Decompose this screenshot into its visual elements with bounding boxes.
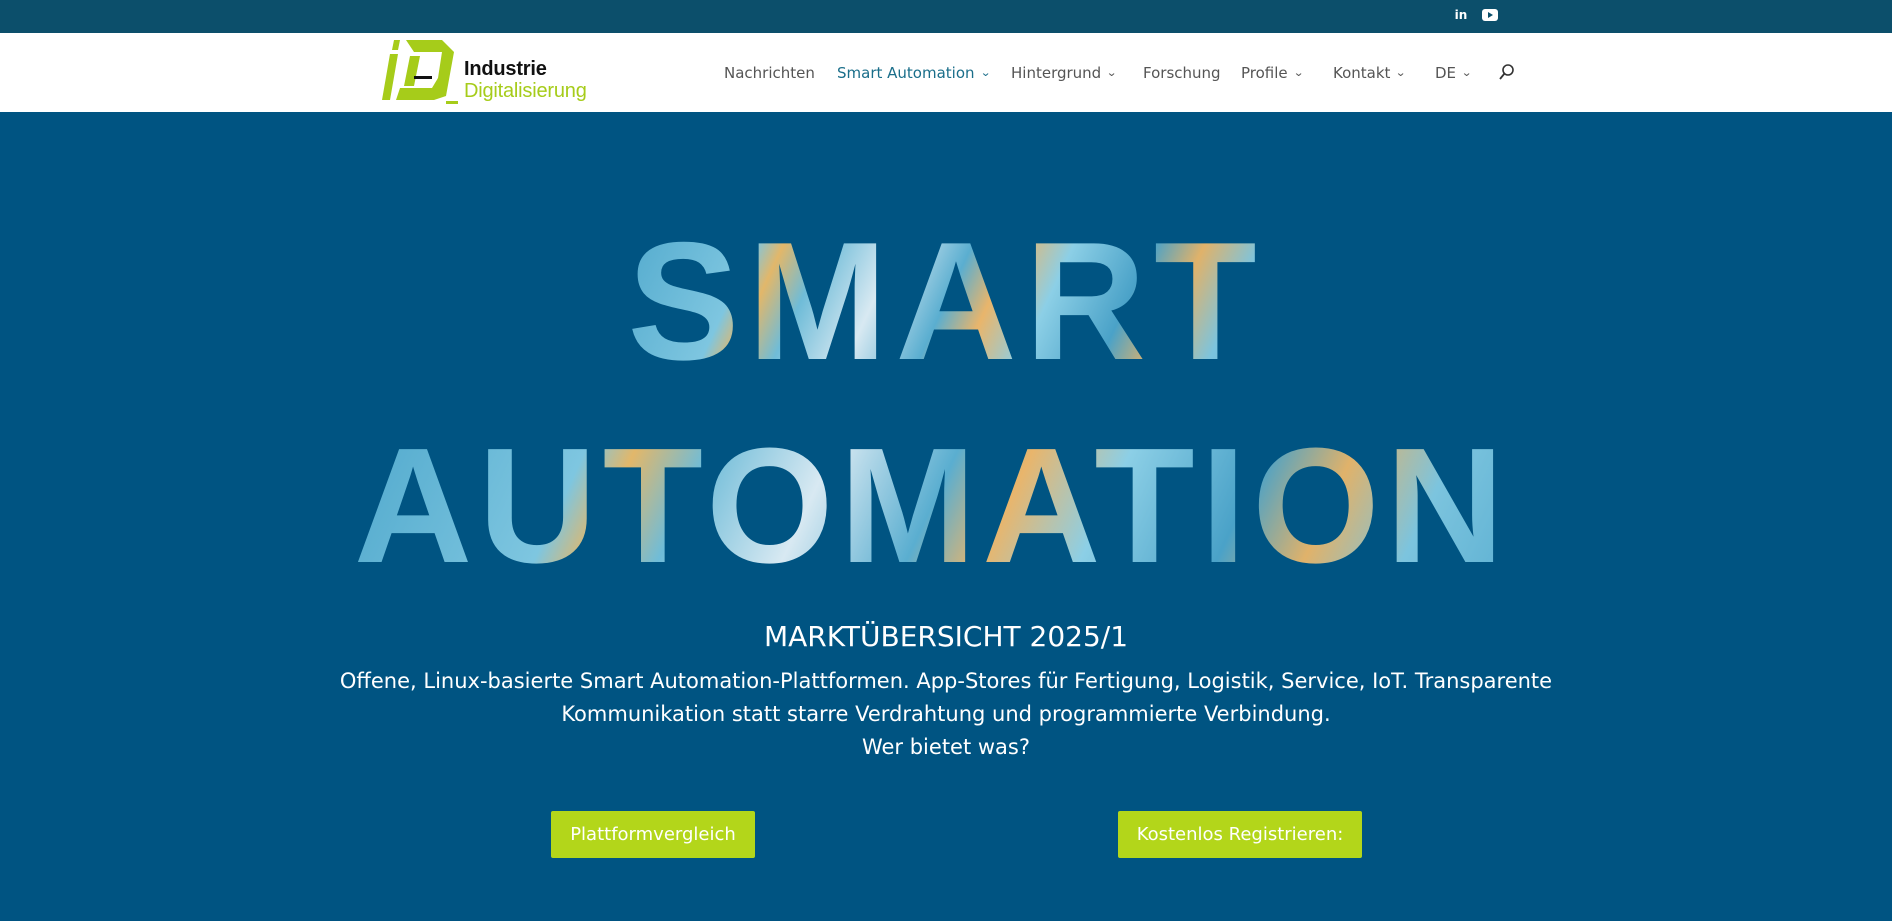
hero-title-text: SMART [627, 207, 1265, 395]
nav-item-language[interactable]: DE ⌄ [1435, 33, 1473, 112]
nav-label: Kontakt [1333, 63, 1391, 82]
chevron-down-icon: ⌄ [1395, 66, 1407, 79]
nav-label: Profile [1241, 63, 1288, 82]
nav-item-hintergrund[interactable]: Hintergrund ⌄ [1011, 33, 1118, 112]
site-logo[interactable]: Industrie Digitalisierung [380, 38, 600, 108]
top-bar: in [0, 0, 1892, 33]
chevron-down-icon: ⌄ [1461, 66, 1473, 79]
nav-item-forschung[interactable]: Forschung [1143, 33, 1221, 112]
nav-label: Forschung [1143, 63, 1221, 82]
site-header: Industrie Digitalisierung Nachrichten Sm… [0, 33, 1892, 112]
register-button[interactable]: Kostenlos Registrieren: [1118, 811, 1362, 858]
chevron-down-icon: ⌄ [1292, 66, 1304, 79]
nav-label: Hintergrund [1011, 63, 1102, 82]
hero-title-line-2: AUTOMATION [0, 412, 1878, 600]
description-line: Offene, Linux-basierte Smart Automation-… [339, 669, 1553, 693]
nav-label: Smart Automation [837, 63, 975, 82]
logo-text-digitalisierung: Digitalisierung [464, 80, 587, 102]
search-icon[interactable] [1498, 63, 1516, 81]
linkedin-icon[interactable]: in [1452, 6, 1470, 24]
description-line: Kommunikation statt starre Verdrahtung u… [561, 702, 1331, 726]
logo-mark [382, 40, 458, 104]
hero-subtitle: MARKTÜBERSICHT 2025/1 [763, 620, 1129, 653]
nav-item-profile[interactable]: Profile ⌄ [1241, 33, 1304, 112]
plattformvergleich-button[interactable]: Plattformvergleich [551, 811, 755, 858]
hero-title-text: AUTOMATION [353, 414, 1511, 597]
chevron-down-icon: ⌄ [979, 66, 991, 79]
nav-item-nachrichten[interactable]: Nachrichten [724, 33, 815, 112]
logo-text-industrie: Industrie [464, 58, 547, 80]
chevron-down-icon: ⌄ [1106, 66, 1118, 79]
nav-label: DE [1435, 63, 1457, 82]
nav-item-smart-automation[interactable]: Smart Automation ⌄ [837, 33, 991, 112]
youtube-icon[interactable] [1481, 6, 1499, 24]
description-line: Wer bietet was? [861, 735, 1031, 759]
hero-description: Offene, Linux-basierte Smart Automation-… [320, 665, 1572, 764]
nav-label: Nachrichten [724, 63, 815, 82]
hero-title-line-1: SMART [0, 205, 1892, 398]
nav-item-kontakt[interactable]: Kontakt ⌄ [1333, 33, 1407, 112]
